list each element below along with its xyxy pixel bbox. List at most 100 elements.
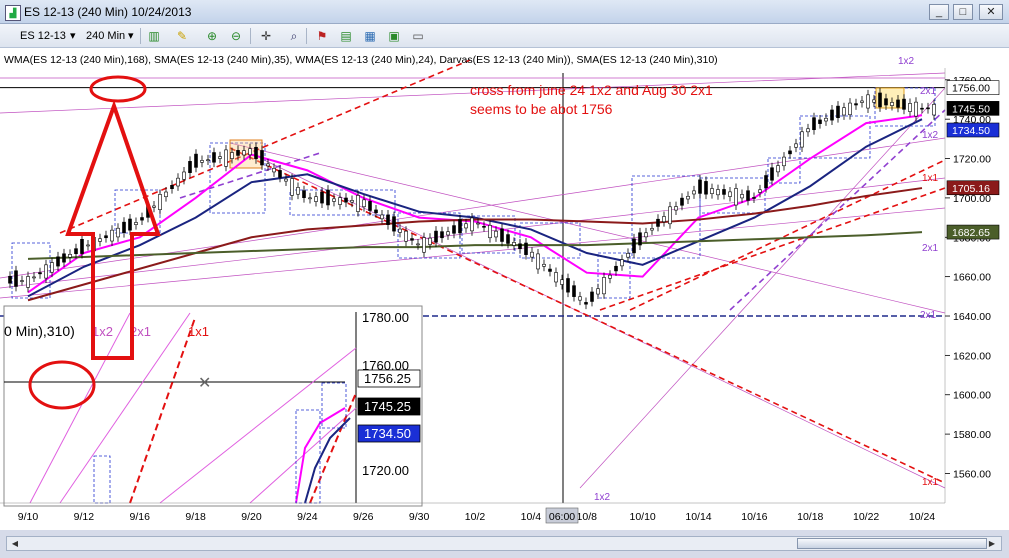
fan-line-8 (59, 59, 471, 234)
instrument-dropdown-icon[interactable]: ▾ (70, 28, 76, 44)
maximize-button[interactable]: □ (953, 4, 973, 20)
price-tag-1: 1745.50 (952, 103, 990, 115)
candle-body-104 (632, 238, 636, 254)
x-tick-label-9: 10/4 (521, 511, 542, 523)
candle-body-61 (374, 209, 378, 214)
chart-svg: 1780.001760.001720.001756.251745.251734.… (0, 54, 1000, 524)
candle-body-46 (284, 178, 288, 182)
horizontal-scrollbar[interactable]: ◀ ▶ (6, 536, 1002, 551)
candle-body-141 (854, 103, 858, 106)
candle-body-12 (80, 239, 84, 254)
interval-dropdown-icon[interactable]: ▾ (128, 28, 134, 44)
chart-area[interactable]: 1780.00 1760.00 1720.00 1756.25 1745.25 1734.… (0, 48, 1009, 530)
candle-body-5 (38, 272, 42, 275)
candle-body-146 (884, 98, 888, 106)
candle-body-6 (44, 264, 48, 279)
candle-body-80 (488, 225, 492, 239)
candle-body-114 (692, 190, 696, 195)
scroll-right-icon[interactable]: ▶ (985, 538, 999, 549)
candle-body-124 (752, 197, 756, 199)
candle-body-36 (224, 149, 228, 167)
candle-body-150 (908, 103, 912, 112)
candle-body-100 (608, 274, 612, 279)
candle-body-77 (470, 217, 474, 232)
data-box-icon[interactable]: ▣ (386, 28, 402, 44)
candle-body-121 (734, 188, 738, 206)
scroll-left-icon[interactable]: ◀ (8, 538, 22, 549)
inset-price-tag-0: 1756.25 (364, 371, 411, 386)
series-sma-310 (27, 231, 923, 260)
candle-body-112 (680, 197, 684, 206)
x-tick-label-3: 9/18 (185, 511, 206, 523)
interval-selector[interactable]: 240 Min (86, 28, 125, 44)
bar-style-icon[interactable]: ▥ (146, 28, 162, 44)
instrument-selector[interactable]: ES 12-13 (20, 28, 66, 44)
toolbar-separator (250, 28, 251, 44)
x-tick-label-13: 10/16 (741, 511, 767, 523)
candle-body-86 (524, 242, 528, 255)
candle-body-66 (404, 230, 408, 242)
chart-toolbar: ES 12-13 ▾ 240 Min ▾ ▥ ✎ ⊕ ⊖ ✛ ⌕ ⚑ ▤ ▦ ▣… (0, 24, 1009, 48)
x-tick-label-12: 10/14 (685, 511, 711, 523)
candle-body-122 (740, 194, 744, 199)
x-tick-label-11: 10/10 (629, 511, 655, 523)
candle-body-27 (170, 185, 174, 190)
candle-body-24 (152, 205, 156, 208)
candle-body-140 (848, 102, 852, 116)
candle-body-99 (602, 277, 606, 295)
candle-body-147 (890, 102, 894, 106)
crosshair-icon[interactable]: ✛ (258, 28, 274, 44)
chart-properties-icon[interactable]: ▦ (362, 28, 378, 44)
candle-body-15 (98, 238, 102, 242)
indicator-icon[interactable]: ▤ (338, 28, 354, 44)
close-button[interactable]: ✕ (979, 4, 1003, 20)
draw-pencil-icon[interactable]: ✎ (174, 28, 190, 44)
candle-body-105 (638, 232, 642, 246)
zoom-out-icon[interactable]: ⊖ (228, 28, 244, 44)
candle-body-134 (812, 117, 816, 131)
candle-body-56 (344, 197, 348, 203)
candle-body-75 (458, 219, 462, 234)
candle-body-53 (326, 189, 330, 206)
y-tick-label-10: 1560.00 (953, 468, 991, 480)
candle-body-41 (254, 146, 258, 160)
candle-body-138 (836, 105, 840, 119)
candle-body-118 (716, 189, 720, 196)
candle-body-50 (308, 197, 312, 200)
candle-body-34 (212, 152, 216, 163)
darvas-box-9 (699, 177, 766, 214)
y-tick-label-9: 1580.00 (953, 429, 991, 441)
candle-body-44 (272, 168, 276, 173)
candle-body-125 (758, 189, 762, 193)
candle-body-95 (578, 296, 582, 301)
inset-label-fragment: 0 Min),310) (4, 323, 75, 339)
strategy-icon[interactable]: ⚑ (314, 28, 330, 44)
candle-body-72 (440, 231, 444, 239)
y-tick-label-7: 1620.00 (953, 350, 991, 362)
candle-body-11 (74, 248, 78, 255)
export-icon[interactable]: ▭ (410, 28, 426, 44)
candle-body-48 (296, 187, 300, 195)
zoom-in-icon[interactable]: ⊕ (204, 28, 220, 44)
highlight-circle-top (89, 75, 147, 103)
candle-body-52 (320, 191, 324, 204)
fan-line-2 (0, 137, 946, 279)
candle-body-58 (356, 195, 360, 212)
price-tag-0: 1756.00 (952, 83, 990, 95)
candle-body-33 (206, 159, 210, 162)
fan-label-2: 1x2 (922, 130, 939, 141)
candle-body-90 (548, 268, 552, 272)
price-tag-3: 1705.16 (952, 183, 990, 195)
x-tick-label-2: 9/16 (130, 511, 151, 523)
candle-body-85 (518, 243, 522, 250)
magnifier-icon[interactable]: ⌕ (286, 28, 302, 44)
scrollbar-thumb[interactable] (797, 538, 987, 549)
minimize-button[interactable]: _ (929, 4, 949, 20)
candle-body-143 (866, 94, 870, 109)
window-title: ES 12-13 (240 Min) 10/24/2013 (24, 5, 192, 19)
candle-body-17 (110, 229, 114, 242)
fan-label-1: 2x1 (920, 86, 937, 97)
candle-body-149 (902, 98, 906, 110)
candle-body-62 (380, 214, 384, 220)
candle-body-153 (926, 107, 930, 110)
